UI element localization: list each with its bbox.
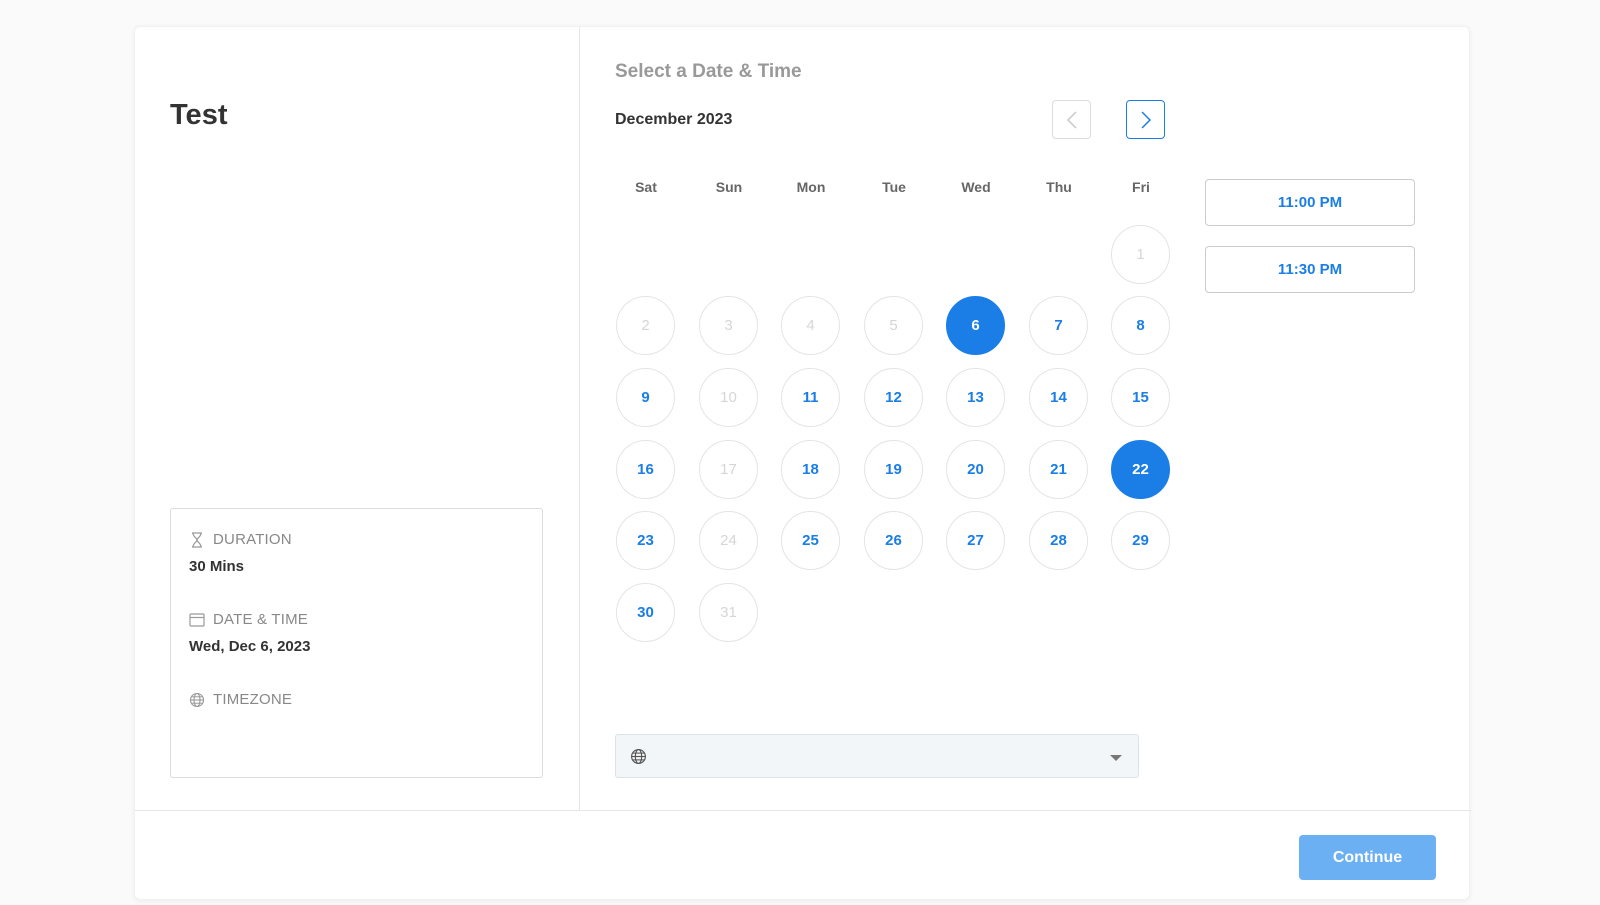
day-15[interactable]: 15 <box>1111 368 1170 427</box>
day-18[interactable]: 18 <box>781 440 840 499</box>
calendar-icon <box>189 612 205 628</box>
day-23[interactable]: 23 <box>616 511 675 570</box>
chevron-right-icon <box>1140 110 1151 129</box>
scheduler-panel: Select a Date & Time December 2023 Sat Su… <box>580 27 1471 810</box>
time-slot-button[interactable]: 11:30 PM <box>1205 246 1415 293</box>
globe-icon <box>189 692 205 708</box>
timezone-detail: TIMEZONE <box>189 691 524 708</box>
chevron-left-icon <box>1066 110 1077 129</box>
section-title: Select a Date & Time <box>615 61 802 82</box>
duration-value: 30 Mins <box>189 558 245 575</box>
globe-icon <box>630 748 647 770</box>
day-11[interactable]: 11 <box>781 368 840 427</box>
weekday-thu: Thu <box>1046 179 1072 195</box>
timezone-label: TIMEZONE <box>213 691 293 708</box>
datetime-detail: DATE & TIME Wed, Dec 6, 2023 <box>189 611 524 655</box>
day-17: 17 <box>699 440 758 499</box>
datetime-value: Wed, Dec 6, 2023 <box>189 638 311 655</box>
weekday-fri: Fri <box>1132 179 1150 195</box>
booking-card: Test DURATION 30 Mins DATE & TIME Wed, D… <box>134 26 1471 901</box>
weekday-sun: Sun <box>715 179 743 195</box>
datetime-label: DATE & TIME <box>213 611 308 628</box>
month-label: December 2023 <box>615 111 733 128</box>
day-1: 1 <box>1111 225 1170 284</box>
duration-detail: DURATION 30 Mins <box>189 531 524 575</box>
continue-button[interactable]: Continue <box>1299 835 1436 880</box>
day-12[interactable]: 12 <box>864 368 923 427</box>
day-5: 5 <box>864 296 923 355</box>
weekday-mon: Mon <box>796 179 826 195</box>
weekday-wed: Wed <box>961 179 991 195</box>
timezone-select[interactable] <box>615 734 1139 778</box>
day-21[interactable]: 21 <box>1029 440 1088 499</box>
day-29[interactable]: 29 <box>1111 511 1170 570</box>
weekday-sat: Sat <box>635 179 657 195</box>
event-title: Test <box>170 99 228 131</box>
booking-details-box: DURATION 30 Mins DATE & TIME Wed, Dec 6,… <box>170 508 543 778</box>
hourglass-icon <box>189 531 205 548</box>
day-9[interactable]: 9 <box>616 368 675 427</box>
day-6[interactable]: 6 <box>946 296 1005 355</box>
day-4: 4 <box>781 296 840 355</box>
day-30[interactable]: 30 <box>616 583 675 642</box>
event-info-panel: Test DURATION 30 Mins DATE & TIME Wed, D… <box>135 27 580 810</box>
day-22[interactable]: 22 <box>1111 440 1170 499</box>
day-10: 10 <box>699 368 758 427</box>
footer-bar: Continue <box>135 810 1471 901</box>
day-2: 2 <box>616 296 675 355</box>
day-25[interactable]: 25 <box>781 511 840 570</box>
day-26[interactable]: 26 <box>864 511 923 570</box>
day-19[interactable]: 19 <box>864 440 923 499</box>
day-8[interactable]: 8 <box>1111 296 1170 355</box>
time-slot-list: 11:00 PM 11:30 PM <box>1205 179 1415 313</box>
day-14[interactable]: 14 <box>1029 368 1088 427</box>
day-16[interactable]: 16 <box>616 440 675 499</box>
duration-label: DURATION <box>213 531 292 548</box>
day-20[interactable]: 20 <box>946 440 1005 499</box>
day-24: 24 <box>699 511 758 570</box>
day-3: 3 <box>699 296 758 355</box>
day-27[interactable]: 27 <box>946 511 1005 570</box>
weekday-tue: Tue <box>882 179 906 195</box>
day-31: 31 <box>699 583 758 642</box>
day-13[interactable]: 13 <box>946 368 1005 427</box>
day-28[interactable]: 28 <box>1029 511 1088 570</box>
time-slot-button[interactable]: 11:00 PM <box>1205 179 1415 226</box>
next-month-button[interactable] <box>1126 100 1165 139</box>
day-7[interactable]: 7 <box>1029 296 1088 355</box>
previous-month-button[interactable] <box>1052 100 1091 139</box>
caret-down-icon <box>1110 755 1122 761</box>
